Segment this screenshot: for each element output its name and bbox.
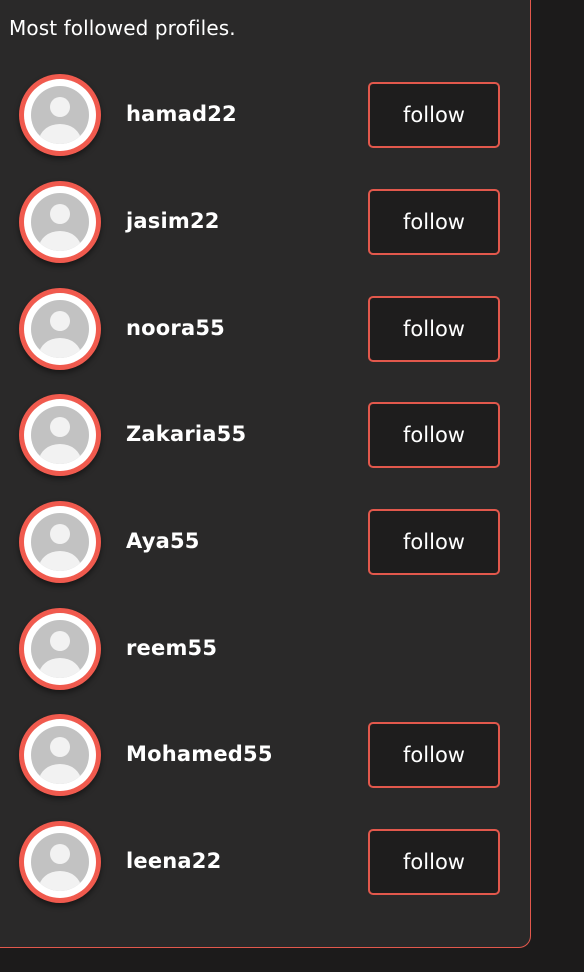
- username[interactable]: hamad22: [126, 102, 237, 126]
- avatar[interactable]: [19, 394, 101, 476]
- avatar[interactable]: [19, 181, 101, 263]
- user-placeholder-icon: [31, 513, 89, 571]
- username[interactable]: Mohamed55: [126, 742, 273, 766]
- username[interactable]: leena22: [126, 849, 221, 873]
- follow-button[interactable]: follow: [368, 829, 500, 895]
- panel-title: Most followed profiles.: [9, 16, 236, 40]
- avatar[interactable]: [19, 821, 101, 903]
- profile-row: hamad22 follow: [0, 74, 528, 164]
- username[interactable]: noora55: [126, 316, 225, 340]
- follow-button[interactable]: follow: [368, 509, 500, 575]
- user-placeholder-icon: [31, 406, 89, 464]
- avatar[interactable]: [19, 74, 101, 156]
- follow-button[interactable]: follow: [368, 402, 500, 468]
- user-placeholder-icon: [31, 193, 89, 251]
- user-placeholder-icon: [31, 620, 89, 678]
- follow-button[interactable]: follow: [368, 82, 500, 148]
- profile-row: Zakaria55 follow: [0, 394, 528, 484]
- follow-button[interactable]: follow: [368, 189, 500, 255]
- username[interactable]: Zakaria55: [126, 422, 246, 446]
- avatar[interactable]: [19, 288, 101, 370]
- avatar[interactable]: [19, 501, 101, 583]
- profile-row: Aya55 follow: [0, 501, 528, 591]
- profile-row: leena22 follow: [0, 821, 528, 911]
- profile-row: Mohamed55 follow: [0, 714, 528, 804]
- avatar[interactable]: [19, 608, 101, 690]
- user-placeholder-icon: [31, 300, 89, 358]
- user-placeholder-icon: [31, 86, 89, 144]
- profile-row: noora55 follow: [0, 288, 528, 378]
- most-followed-panel: Most followed profiles. hamad22 follow jas…: [0, 0, 531, 948]
- username[interactable]: reem55: [126, 636, 217, 660]
- username[interactable]: jasim22: [126, 209, 220, 233]
- follow-button[interactable]: follow: [368, 296, 500, 362]
- user-placeholder-icon: [31, 726, 89, 784]
- user-placeholder-icon: [31, 833, 89, 891]
- profile-row: reem55: [0, 608, 528, 698]
- avatar[interactable]: [19, 714, 101, 796]
- follow-button[interactable]: follow: [368, 722, 500, 788]
- profile-row: jasim22 follow: [0, 181, 528, 271]
- username[interactable]: Aya55: [126, 529, 200, 553]
